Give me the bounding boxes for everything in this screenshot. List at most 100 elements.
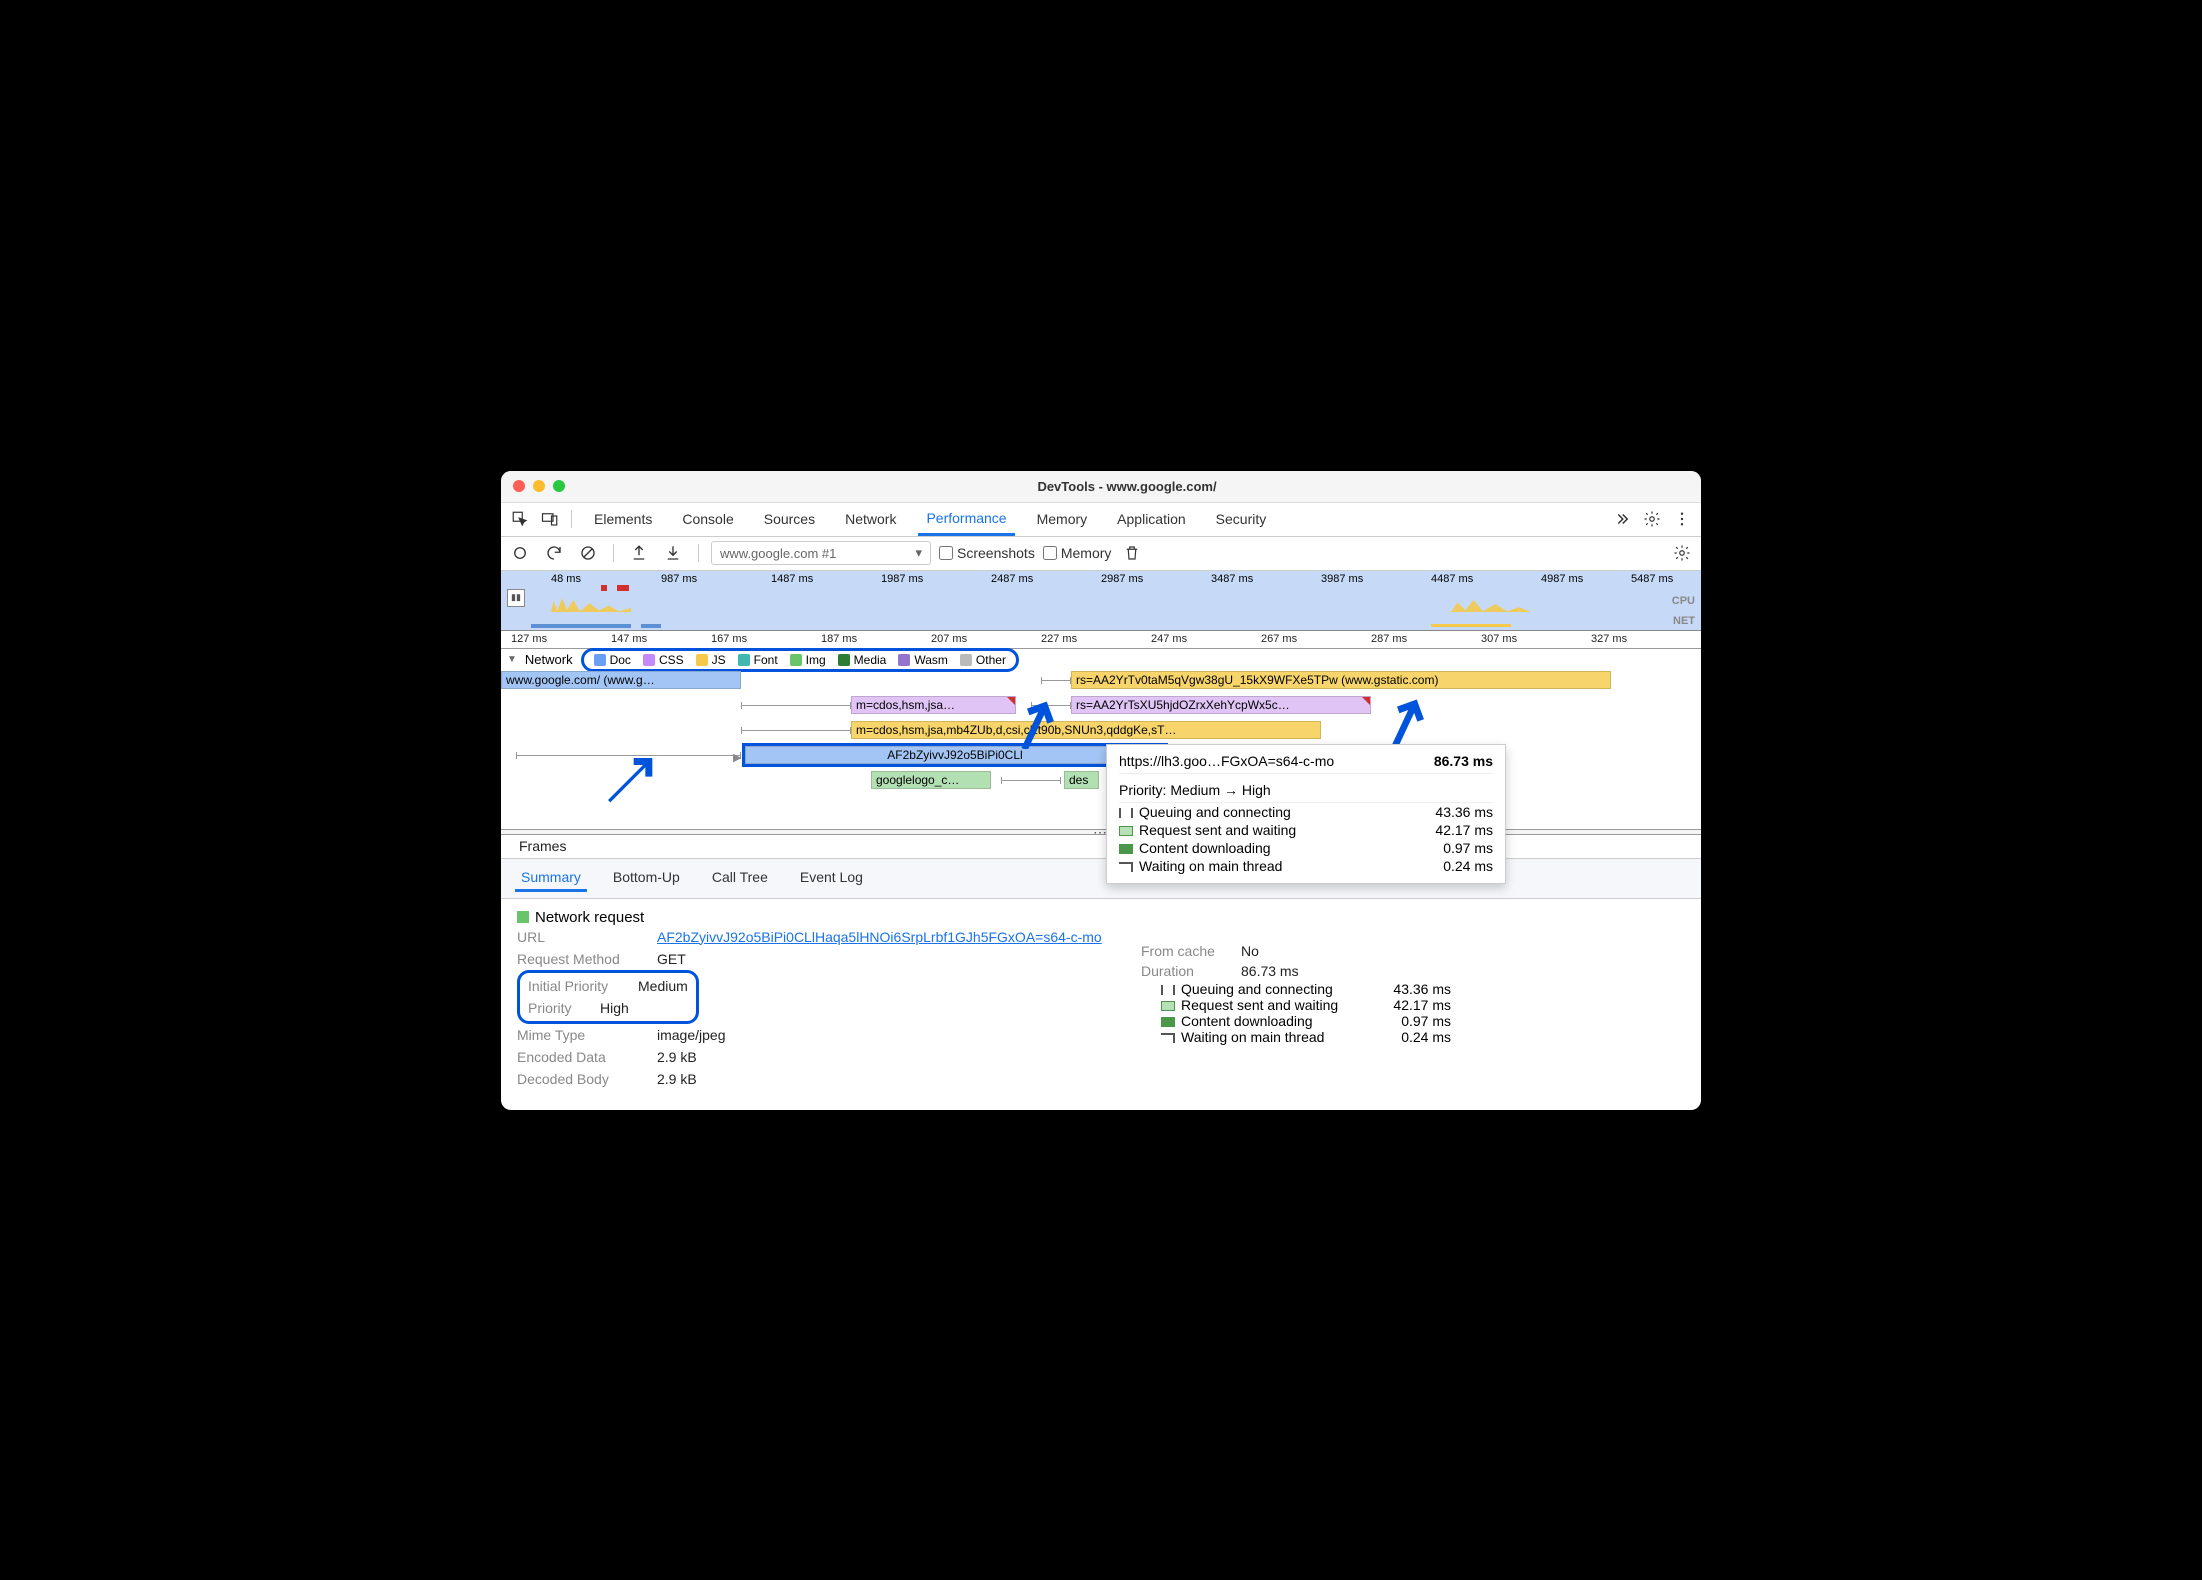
detail-ruler[interactable]: 127 ms 147 ms 167 ms 187 ms 207 ms 227 m…: [501, 631, 1701, 649]
tab-memory[interactable]: Memory: [1029, 503, 1096, 536]
pause-overview-icon[interactable]: ▮▮: [507, 589, 525, 607]
trace-selector[interactable]: www.google.com #1: [711, 541, 931, 565]
request-bar[interactable]: m=cdos,hsm,jsa,mb4ZUb,d,csi,cEt90b,SNUn3…: [851, 721, 1321, 739]
overview-timeline[interactable]: ▮▮ 48 ms 987 ms 1487 ms 1987 ms 2487 ms …: [501, 571, 1701, 631]
ruler-tick: 307 ms: [1481, 633, 1517, 645]
trace-name: www.google.com #1: [720, 546, 836, 561]
overview-tick: 1487 ms: [771, 573, 813, 585]
tab-security[interactable]: Security: [1208, 503, 1275, 536]
summary-title: Network request: [517, 909, 1685, 926]
priority: High: [600, 1000, 629, 1016]
tab-network[interactable]: Network: [837, 503, 904, 536]
request-bar[interactable]: rs=AA2YrTsXU5hjdOZrxXehYcpWx5c…: [1071, 696, 1371, 714]
collect-garbage-icon[interactable]: [1119, 540, 1145, 566]
minimize-window-button[interactable]: [533, 480, 545, 492]
overview-tick: 987 ms: [661, 573, 697, 585]
main-toolbar: Elements Console Sources Network Perform…: [501, 503, 1701, 537]
ruler-tick: 127 ms: [511, 633, 547, 645]
overview-tick: 4987 ms: [1541, 573, 1583, 585]
tab-performance[interactable]: Performance: [918, 503, 1014, 536]
cpu-label: CPU: [1672, 595, 1695, 607]
inspect-icon[interactable]: [507, 506, 533, 532]
maximize-window-button[interactable]: [553, 480, 565, 492]
reload-record-button[interactable]: [541, 540, 567, 566]
request-bar[interactable]: rs=AA2YrTv0taM5qVgw38gU_15kX9WFXe5TPw (w…: [1071, 671, 1611, 689]
upload-icon[interactable]: [626, 540, 652, 566]
network-legend-highlight: Doc CSS JS Font Img Media Wasm Other: [581, 648, 1019, 672]
devtools-window: DevTools - www.google.com/ Elements Cons…: [501, 471, 1701, 1110]
priority-highlight: Initial PriorityMedium PriorityHigh: [517, 970, 699, 1024]
decoded-body: 2.9 kB: [657, 1071, 697, 1087]
more-tabs-icon[interactable]: [1609, 506, 1635, 532]
overview-tick: 5487 ms: [1631, 573, 1673, 585]
tab-call-tree[interactable]: Call Tree: [706, 865, 774, 892]
capture-settings-icon[interactable]: [1669, 540, 1695, 566]
ruler-tick: 147 ms: [611, 633, 647, 645]
performance-toolbar: www.google.com #1 Screenshots Memory: [501, 537, 1701, 571]
device-icon[interactable]: [537, 506, 563, 532]
detail-tabs: Summary Bottom-Up Call Tree Event Log: [501, 859, 1701, 899]
window-title: DevTools - www.google.com/: [565, 479, 1689, 494]
network-track-header: ▼ Network Doc CSS JS Font Img Media Wasm…: [501, 649, 1701, 671]
disclosure-triangle-icon[interactable]: ▼: [507, 654, 517, 665]
bar-connector: [1041, 680, 1071, 681]
download-icon[interactable]: [660, 540, 686, 566]
tab-elements[interactable]: Elements: [586, 503, 660, 536]
ruler-tick: 287 ms: [1371, 633, 1407, 645]
overview-cpu-flame: [541, 596, 641, 612]
request-method: GET: [657, 951, 686, 967]
request-bar-selected[interactable]: AF2bZyivvJ92o5BiPi0CLl: [745, 746, 1165, 764]
bar-connector: [516, 755, 741, 756]
annotation-arrow-icon: [601, 751, 657, 812]
tab-summary[interactable]: Summary: [515, 865, 587, 892]
encoded-data: 2.9 kB: [657, 1049, 697, 1065]
summary-panel: Network request URLAF2bZyivvJ92o5BiPi0CL…: [501, 899, 1701, 1110]
tab-event-log[interactable]: Event Log: [794, 865, 869, 892]
net-label: NET: [1673, 615, 1695, 627]
overview-tick: 3487 ms: [1211, 573, 1253, 585]
tab-sources[interactable]: Sources: [756, 503, 823, 536]
screenshots-checkbox[interactable]: Screenshots: [939, 545, 1035, 561]
duration: 86.73 ms: [1241, 963, 1299, 979]
overview-tick: 3987 ms: [1321, 573, 1363, 585]
ruler-tick: 187 ms: [821, 633, 857, 645]
tab-bottom-up[interactable]: Bottom-Up: [607, 865, 686, 892]
request-tooltip: https://lh3.goo…FGxOA=s64-c-mo 86.73 ms …: [1106, 744, 1506, 884]
tab-application[interactable]: Application: [1109, 503, 1194, 536]
panel-tabs: Elements Console Sources Network Perform…: [586, 503, 1605, 536]
request-bar[interactable]: googlelogo_c…: [871, 771, 991, 789]
overview-tick: 2487 ms: [991, 573, 1033, 585]
request-type-swatch: [517, 911, 529, 923]
memory-checkbox[interactable]: Memory: [1043, 545, 1112, 561]
ruler-tick: 267 ms: [1261, 633, 1297, 645]
clear-button[interactable]: [575, 540, 601, 566]
record-button[interactable]: [507, 540, 533, 566]
ruler-tick: 247 ms: [1151, 633, 1187, 645]
request-bar[interactable]: m=cdos,hsm,jsa…: [851, 696, 1016, 714]
network-label: Network: [525, 652, 573, 667]
ruler-tick: 167 ms: [711, 633, 747, 645]
ruler-tick: 207 ms: [931, 633, 967, 645]
overview-tick: 48 ms: [551, 573, 581, 585]
request-url-link[interactable]: AF2bZyivvJ92o5BiPi0CLlHaqa5lHNOi6SrpLrbf…: [657, 929, 1102, 945]
titlebar: DevTools - www.google.com/: [501, 471, 1701, 503]
network-flamechart[interactable]: ▼ Network Doc CSS JS Font Img Media Wasm…: [501, 649, 1701, 829]
initial-priority: Medium: [638, 978, 688, 994]
request-bar[interactable]: des: [1064, 771, 1099, 789]
ruler-tick: 227 ms: [1041, 633, 1077, 645]
overview-tick: 1987 ms: [881, 573, 923, 585]
kebab-icon[interactable]: [1669, 506, 1695, 532]
tooltip-url: https://lh3.goo…FGxOA=s64-c-mo: [1119, 753, 1334, 769]
tab-console[interactable]: Console: [674, 503, 741, 536]
request-bar[interactable]: www.google.com/ (www.g…: [501, 671, 741, 689]
close-window-button[interactable]: [513, 480, 525, 492]
overview-net-strip: [641, 624, 661, 628]
settings-icon[interactable]: [1639, 506, 1665, 532]
tooltip-priority: Priority: Medium → High: [1119, 778, 1493, 803]
from-cache: No: [1241, 943, 1259, 959]
annotation-arrow-icon: [1376, 691, 1432, 752]
bar-connector: [741, 705, 851, 706]
bar-connector: [741, 730, 851, 731]
network-bars: www.google.com/ (www.g… rs=AA2YrTv0taM5q…: [501, 671, 1701, 826]
mime-type: image/jpeg: [657, 1027, 726, 1043]
